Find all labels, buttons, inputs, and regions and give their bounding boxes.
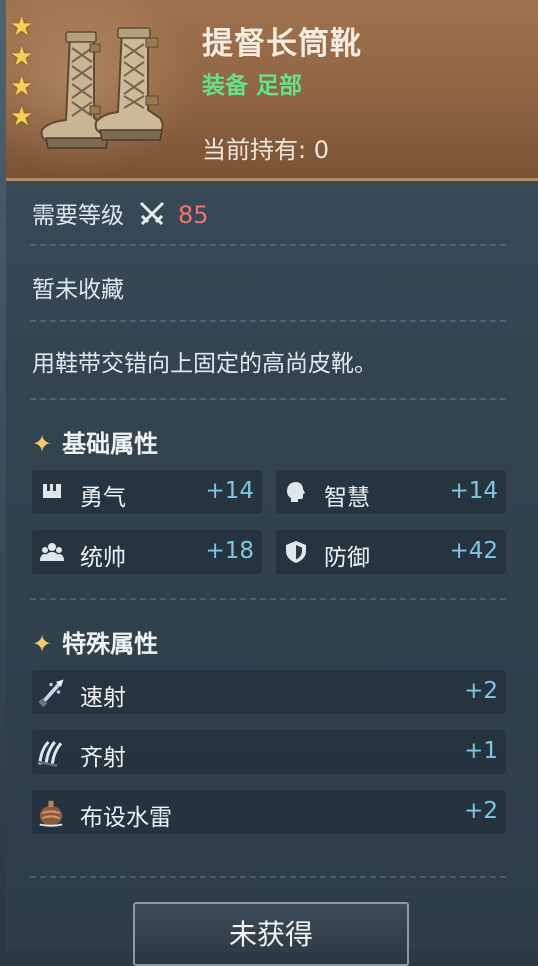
item-name: 提督长筒靴 [202, 26, 362, 62]
level-label: 需要等级 [32, 203, 124, 229]
owned-count: 当前持有: 0 [202, 130, 329, 165]
boots-item-icon [40, 27, 164, 149]
owned-label: 当前持有: [202, 136, 307, 164]
stat-name: 统帅 [80, 545, 126, 571]
owned-value: 0 [313, 136, 330, 164]
level-requirement: 需要等级 85 [32, 196, 209, 230]
command-icon [40, 543, 64, 561]
sparkle-icon: ✦ [32, 630, 53, 658]
stat-value: +14 [205, 478, 254, 504]
stat-name: 智慧 [324, 485, 370, 511]
stat-name: 防御 [324, 545, 370, 571]
divider [30, 876, 506, 878]
courage-icon [43, 484, 61, 498]
stat-value: +1 [464, 738, 498, 764]
item-category: 装备 足部 [202, 73, 303, 99]
stat-defense: 防御 +42 [276, 530, 506, 574]
defense-icon [286, 541, 306, 563]
divider [30, 398, 506, 400]
not-obtained-button[interactable]: 未获得 [133, 902, 409, 966]
wisdom-icon [287, 482, 305, 502]
special-volley: 齐射 +1 [32, 730, 506, 774]
divider [30, 320, 506, 322]
level-value: 85 [178, 201, 209, 229]
stat-value: +2 [464, 678, 498, 704]
volley-icon [38, 740, 63, 767]
sparkle-icon: ✦ [32, 430, 53, 458]
basic-attributes-title: ✦ 基础属性 [32, 424, 158, 459]
stat-value: +42 [449, 538, 498, 564]
basic-attributes-label: 基础属性 [62, 430, 159, 458]
stat-command: 统帅 +18 [32, 530, 262, 574]
item-description: 用鞋带交错向上固定的高尚皮靴。 [32, 351, 377, 377]
stat-wisdom: 智慧 +14 [276, 470, 506, 514]
rapid-fire-icon [38, 679, 64, 707]
stat-courage: 勇气 +14 [32, 470, 262, 514]
stat-name: 勇气 [80, 485, 126, 511]
crossed-swords-icon [139, 201, 165, 226]
special-naval-mine: 布设水雷 +2 [32, 790, 506, 834]
item-header: ★ ★ ★ ★ 提督长筒靴 装备 足部 当前持有: 0 [0, 0, 538, 181]
divider [30, 244, 506, 246]
item-detail-panel: ★ ★ ★ ★ 提督长筒靴 装备 足部 当前持有: 0 需要等级 85 暂未收藏… [0, 0, 538, 966]
stat-value: +14 [449, 478, 498, 504]
naval-mine-icon [39, 800, 63, 827]
special-attributes-title: ✦ 特殊属性 [32, 624, 158, 659]
special-attributes-label: 特殊属性 [62, 630, 159, 658]
special-rapid-fire: 速射 +2 [32, 670, 506, 714]
stat-name: 布设水雷 [80, 805, 172, 831]
collection-status: 暂未收藏 [32, 277, 124, 303]
divider [30, 598, 506, 600]
stat-value: +2 [464, 798, 498, 824]
stat-name: 齐射 [80, 745, 126, 771]
stat-name: 速射 [80, 685, 126, 711]
stat-value: +18 [205, 538, 254, 564]
